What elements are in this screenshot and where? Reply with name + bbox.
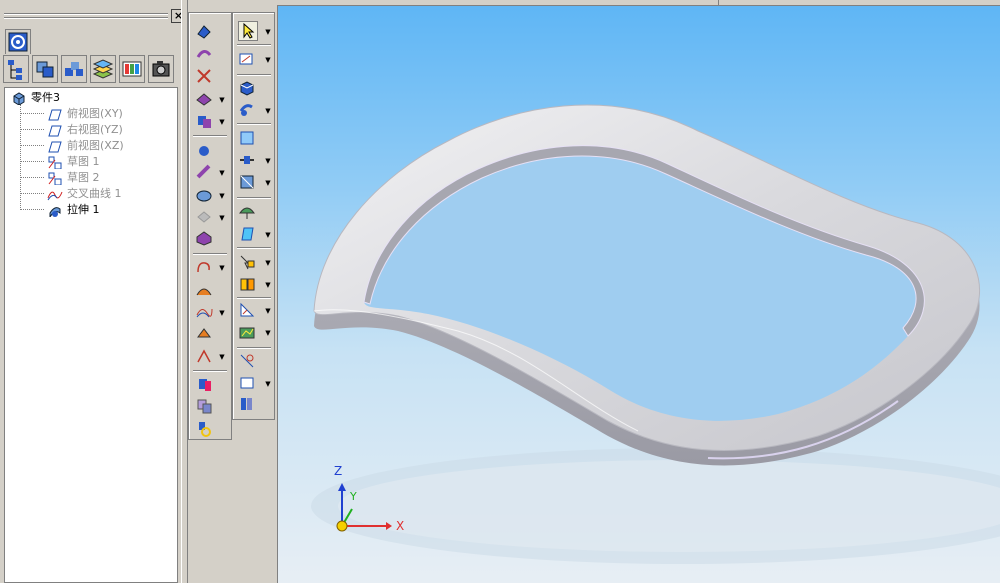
sketch-dropdown-arrow[interactable]: ▼ [264, 56, 272, 64]
plane-icon [48, 141, 62, 153]
tab-components[interactable] [32, 55, 58, 83]
offset-tool-icon[interactable] [195, 325, 213, 343]
extrude-icon [49, 207, 61, 217]
dimension-tool-icon[interactable] [238, 352, 256, 370]
attach-tool-icon[interactable] [195, 419, 213, 437]
intersect-dropdown-arrow[interactable]: ▼ [218, 309, 226, 317]
axis-dropdown-arrow[interactable]: ▼ [264, 157, 272, 165]
tree-root-label: 零件3 [31, 91, 60, 104]
feature-tree: 零件3 俯视图(XY) 右视图(YZ) 前视图(XZ) 草图 1 草图 2 交叉… [4, 87, 178, 583]
boolean-dropdown-arrow[interactable]: ▼ [218, 118, 226, 126]
assembly-icon [65, 62, 83, 76]
fillet-tool-icon[interactable] [195, 141, 213, 159]
panel-splitter[interactable] [181, 0, 188, 583]
tree-item-label: 交叉曲线 1 [67, 187, 122, 200]
panel-title-bar[interactable] [0, 7, 186, 25]
split-tool-icon[interactable] [195, 347, 213, 365]
plane-icon [48, 125, 62, 137]
analyze-tool-icon[interactable] [238, 323, 256, 341]
surface-patch-dropdown[interactable]: ▼ [264, 231, 272, 239]
view-orient-dropdown[interactable]: ▼ [264, 179, 272, 187]
view-orient-icon[interactable] [238, 173, 256, 191]
camera-icon [152, 61, 170, 77]
split-part-dropdown[interactable]: ▼ [264, 281, 272, 289]
sketch-icon [48, 156, 62, 169]
shell-tool-icon[interactable] [195, 186, 213, 204]
thicken-tool-icon[interactable] [195, 229, 213, 247]
selection-toolbar: ▼ ▼ ▼ ▼ ▼ ▼ ▼ ▼ ▼ ▼ ▼ [232, 12, 275, 420]
feature-manager-panel: × 零件3 俯视图(XY) 右视图(YZ) 前视图(XZ) 草图 1 草图 2 … [0, 0, 188, 583]
split-part-icon[interactable] [238, 275, 256, 293]
shell-dropdown-arrow[interactable]: ▼ [218, 192, 226, 200]
extrude-tool-icon[interactable] [195, 22, 213, 40]
gear-icon [8, 32, 28, 52]
curve-tool-icon[interactable] [195, 258, 213, 276]
extrude-sketch-dropdown[interactable]: ▼ [264, 107, 272, 115]
measure-dropdown[interactable]: ▼ [264, 307, 272, 315]
tree-item-label: 拉伸 1 [67, 203, 100, 216]
tree-item-label: 草图 2 [67, 171, 100, 184]
plane-icon [48, 109, 62, 121]
model-canvas [311, 104, 1000, 564]
feature-tree-tab[interactable] [5, 29, 31, 54]
draft-tool-icon[interactable] [195, 208, 213, 226]
transform-tool-icon[interactable] [238, 253, 256, 271]
split-dropdown-arrow[interactable]: ▼ [218, 353, 226, 361]
render-icon [122, 61, 142, 77]
surface-tool-icon[interactable] [195, 281, 213, 299]
select-arrow-icon[interactable] [238, 21, 258, 41]
stack-tool-icon[interactable] [238, 395, 256, 413]
measure-tool-icon[interactable] [238, 301, 256, 319]
tree-item-label: 前视图(XZ) [67, 139, 124, 152]
boolean-tool-icon[interactable] [195, 112, 213, 130]
tab-camera[interactable] [148, 55, 174, 83]
loft-dropdown-arrow[interactable]: ▼ [218, 96, 226, 104]
tab-render[interactable] [119, 55, 145, 83]
umbrella-surface-icon[interactable] [238, 203, 256, 221]
tab-feature-tree[interactable] [3, 55, 29, 83]
sketch-icon [48, 172, 62, 185]
extrude-sketch-icon[interactable] [238, 101, 256, 119]
sketch-tool-icon[interactable] [238, 50, 256, 68]
revolve-tool-icon[interactable] [195, 45, 213, 63]
panel-tab-strip [3, 55, 181, 85]
curve-dropdown-arrow[interactable]: ▼ [218, 264, 226, 272]
chamfer-dropdown-arrow[interactable]: ▼ [218, 169, 226, 177]
rectangle-tool-icon[interactable] [238, 374, 256, 392]
box-tool-icon[interactable] [238, 79, 256, 97]
tree-item-label: 右视图(YZ) [67, 123, 123, 136]
select-dropdown-arrow[interactable]: ▼ [264, 28, 272, 36]
pattern-tool-icon[interactable] [195, 375, 213, 393]
axis-tool-icon[interactable] [238, 151, 256, 169]
plane-tool-icon[interactable] [238, 129, 256, 147]
rectangle-dropdown[interactable]: ▼ [264, 380, 272, 388]
analyze-dropdown[interactable]: ▼ [264, 329, 272, 337]
curve-icon [47, 191, 63, 201]
tab-layers[interactable] [90, 55, 116, 83]
layers-icon [92, 59, 114, 79]
z-axis-label: Z [334, 464, 343, 478]
chamfer-tool-icon[interactable] [195, 163, 213, 181]
intersect-curve-tool-icon[interactable] [195, 303, 213, 321]
tree-item-label: 俯视图(XY) [67, 107, 123, 120]
sweep-tool-icon[interactable] [195, 67, 213, 85]
mirror-tool-icon[interactable] [195, 397, 213, 415]
surface-patch-icon[interactable] [238, 225, 256, 243]
tree-structure-icon [8, 60, 22, 80]
transform-dropdown[interactable]: ▼ [264, 259, 272, 267]
components-icon [36, 61, 54, 78]
part-icon [13, 92, 25, 105]
x-axis-label: X [396, 519, 405, 533]
draft-dropdown-arrow[interactable]: ▼ [218, 214, 226, 222]
tab-assembly[interactable] [61, 55, 87, 83]
3d-viewport[interactable]: X Y Z [277, 6, 1000, 583]
tree-item-label: 草图 1 [67, 155, 100, 168]
y-axis-label: Y [350, 490, 357, 503]
loft-tool-icon[interactable] [195, 90, 213, 108]
features-toolbar: ▼ ▼ ▼ ▼ ▼ ▼ ▼ ▼ [188, 12, 232, 440]
